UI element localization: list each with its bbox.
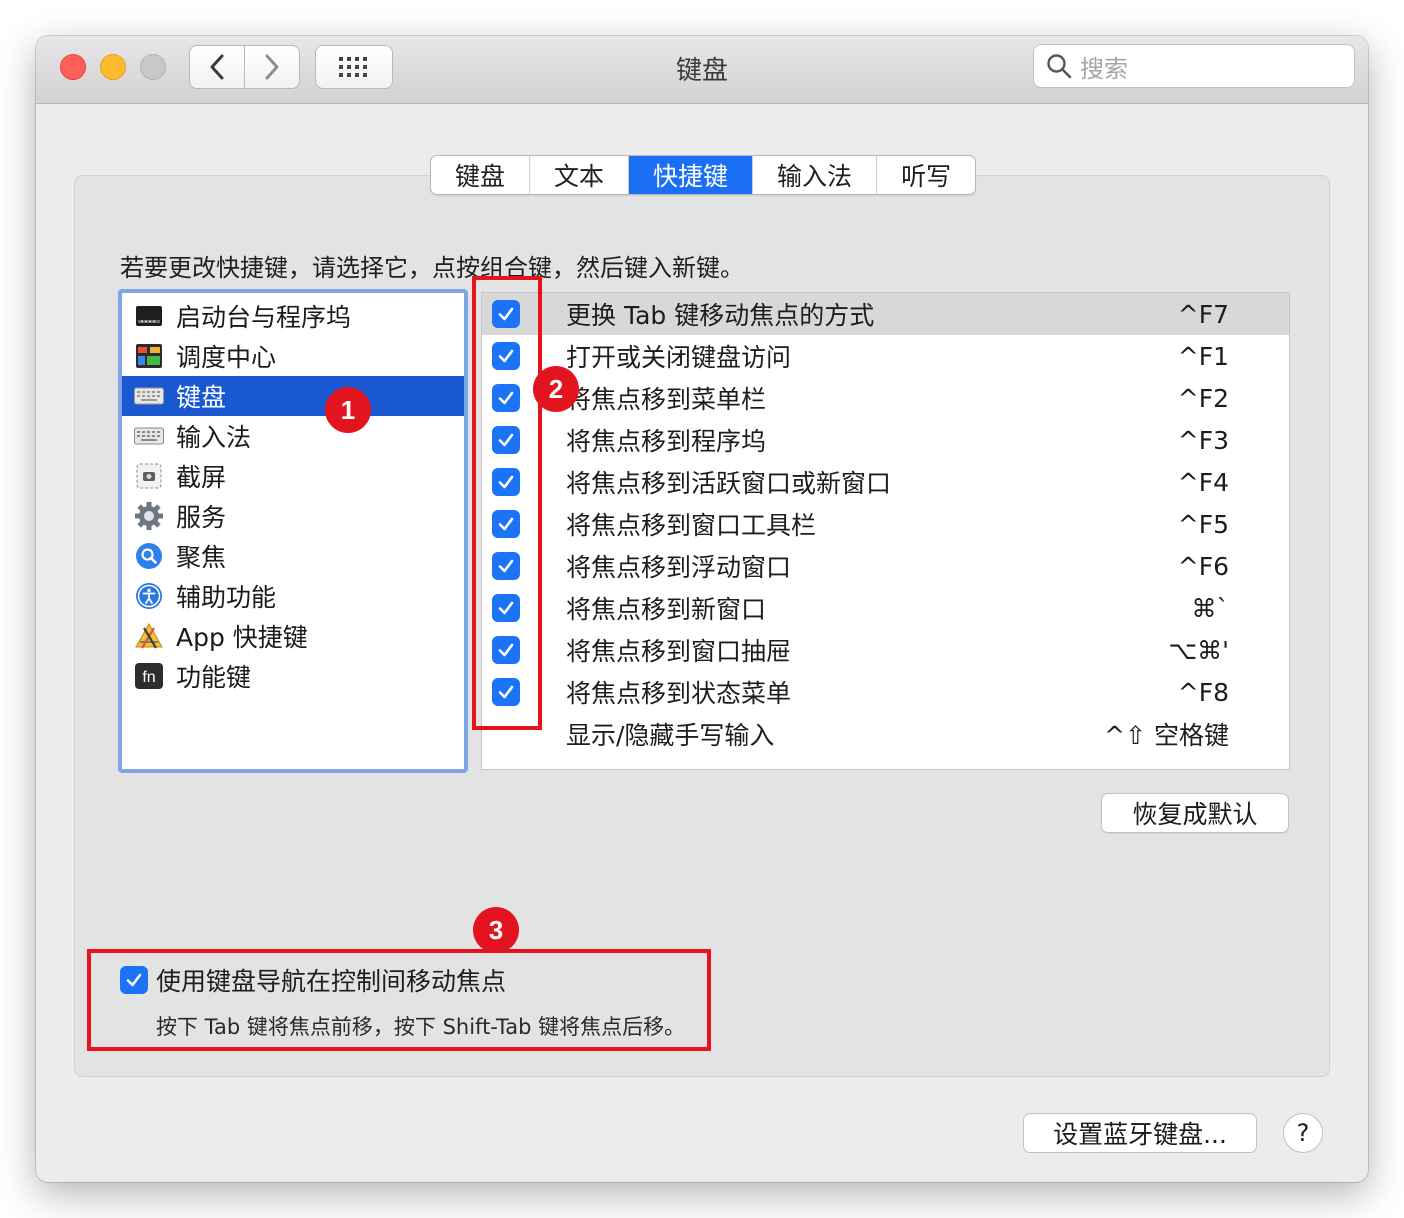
shortcut-key[interactable]: ^⇧ 空格键 (1104, 716, 1229, 752)
search-placeholder: 搜索 (1080, 54, 1128, 83)
category-label: 服务 (176, 503, 227, 532)
category-item-screenshot[interactable]: 截屏 (122, 456, 464, 496)
shortcut-key[interactable]: ^F5 (1178, 510, 1229, 539)
category-label: 输入法 (176, 423, 252, 452)
shortcut-key[interactable]: ⌥⌘' (1168, 636, 1229, 665)
search-icon (1047, 54, 1072, 79)
category-item-services[interactable]: 服务 (122, 496, 464, 536)
restore-defaults-button[interactable]: 恢复成默认 (1101, 793, 1289, 833)
shortcut-label: 打开或关闭键盘访问 (566, 343, 792, 372)
category-label: 辅助功能 (176, 583, 277, 612)
shortcut-row[interactable]: 将焦点移到状态菜单 ^F8 (482, 671, 1289, 713)
category-label: 截屏 (176, 463, 227, 492)
shortcut-row[interactable]: 显示/隐藏手写输入 ^⇧ 空格键 (482, 713, 1289, 755)
shortcut-label: 显示/隐藏手写输入 (566, 721, 775, 750)
toolbar: 键盘 搜索 (36, 36, 1368, 104)
shortcut-key[interactable]: ^F6 (1178, 552, 1229, 581)
gear-icon (134, 501, 164, 531)
shortcut-label: 将焦点移到窗口工具栏 (566, 511, 817, 540)
category-item-input-sources[interactable]: 输入法 (122, 416, 464, 456)
category-item-function-keys[interactable]: fn 功能键 (122, 656, 464, 696)
shortcut-row[interactable]: 将焦点移到活跃窗口或新窗口 ^F4 (482, 461, 1289, 503)
annotation-badge-1: 1 (325, 387, 371, 433)
tab-bar: 键盘 文本 快捷键 输入法 听写 (430, 155, 977, 195)
shortcut-key[interactable]: ^F7 (1178, 300, 1229, 329)
shortcut-label: 将焦点移到新窗口 (566, 595, 767, 624)
annotation-badge-3: 3 (473, 907, 519, 953)
shortcut-row[interactable]: 打开或关闭键盘访问 ^F1 (482, 335, 1289, 377)
accessibility-icon (134, 581, 164, 611)
category-label: App 快捷键 (176, 623, 308, 652)
category-item-spotlight[interactable]: 聚焦 (122, 536, 464, 576)
shortcut-label: 将焦点移到窗口抽屉 (566, 637, 792, 666)
tab-dictation[interactable]: 听写 (877, 156, 975, 194)
tab-text[interactable]: 文本 (530, 156, 630, 194)
spotlight-icon (134, 541, 164, 571)
category-label: 键盘 (176, 383, 227, 412)
category-label: 功能键 (176, 663, 252, 692)
category-label: 聚焦 (176, 543, 227, 572)
category-list[interactable]: 启动台与程序坞 调度中心 键盘 输入法 截屏 服务 聚焦 辅助功能 App 快捷… (118, 289, 468, 773)
annotation-box-2 (472, 276, 542, 730)
shortcut-row[interactable]: 将焦点移到新窗口 ⌘` (482, 587, 1289, 629)
shortcut-row[interactable]: 将焦点移到窗口工具栏 ^F5 (482, 503, 1289, 545)
launchpad-dock-icon (134, 301, 164, 331)
shortcut-row[interactable]: 将焦点移到窗口抽屉 ⌥⌘' (482, 629, 1289, 671)
category-item-launchpad-dock[interactable]: 启动台与程序坞 (122, 296, 464, 336)
tab-shortcuts[interactable]: 快捷键 (629, 156, 754, 194)
help-button[interactable]: ? (1283, 1113, 1323, 1153)
shortcut-label: 将焦点移到活跃窗口或新窗口 (566, 469, 892, 498)
search-field[interactable]: 搜索 (1033, 44, 1355, 88)
category-item-mission-control[interactable]: 调度中心 (122, 336, 464, 376)
shortcut-key[interactable]: ^F8 (1178, 678, 1229, 707)
setup-bluetooth-keyboard-button[interactable]: 设置蓝牙键盘... (1023, 1113, 1257, 1153)
category-item-app-shortcuts[interactable]: App 快捷键 (122, 616, 464, 656)
fn-key-icon: fn (134, 661, 164, 691)
shortcut-key[interactable]: ^F2 (1178, 384, 1229, 413)
screenshot-icon (134, 461, 164, 491)
shortcut-label: 更换 Tab 键移动焦点的方式 (566, 301, 875, 330)
tab-input-sources[interactable]: 输入法 (753, 156, 878, 194)
annotation-badge-2: 2 (533, 366, 579, 412)
shortcut-row[interactable]: 将焦点移到程序坞 ^F3 (482, 419, 1289, 461)
shortcut-key[interactable]: ^F4 (1178, 468, 1229, 497)
svg-text:fn: fn (142, 669, 155, 686)
input-source-icon (134, 421, 164, 451)
mission-control-icon (134, 341, 164, 371)
shortcut-row[interactable]: 更换 Tab 键移动焦点的方式 ^F7 (482, 293, 1289, 335)
annotation-box-3 (87, 949, 711, 1051)
shortcut-row[interactable]: 将焦点移到菜单栏 ^F2 (482, 377, 1289, 419)
shortcut-key[interactable]: ⌘` (1192, 594, 1230, 623)
shortcut-label: 将焦点移到状态菜单 (566, 679, 792, 708)
shortcut-table[interactable]: 更换 Tab 键移动焦点的方式 ^F7 打开或关闭键盘访问 ^F1 将焦点移到菜… (481, 292, 1290, 770)
shortcut-label: 将焦点移到菜单栏 (566, 385, 767, 414)
shortcut-row[interactable]: 将焦点移到浮动窗口 ^F6 (482, 545, 1289, 587)
category-item-accessibility[interactable]: 辅助功能 (122, 576, 464, 616)
shortcut-label: 将焦点移到程序坞 (566, 427, 767, 456)
shortcut-label: 将焦点移到浮动窗口 (566, 553, 792, 582)
category-label: 启动台与程序坞 (176, 303, 352, 332)
keyboard-icon (134, 381, 164, 411)
category-label: 调度中心 (176, 343, 277, 372)
shortcut-key[interactable]: ^F3 (1178, 426, 1229, 455)
instruction-text: 若要更改快捷键，请选择它，点按组合键，然后键入新键。 (120, 254, 744, 282)
app-shortcuts-icon (134, 621, 164, 651)
category-item-keyboard[interactable]: 键盘 (122, 376, 464, 416)
tab-keyboard[interactable]: 键盘 (431, 156, 531, 194)
shortcut-key[interactable]: ^F1 (1178, 342, 1229, 371)
